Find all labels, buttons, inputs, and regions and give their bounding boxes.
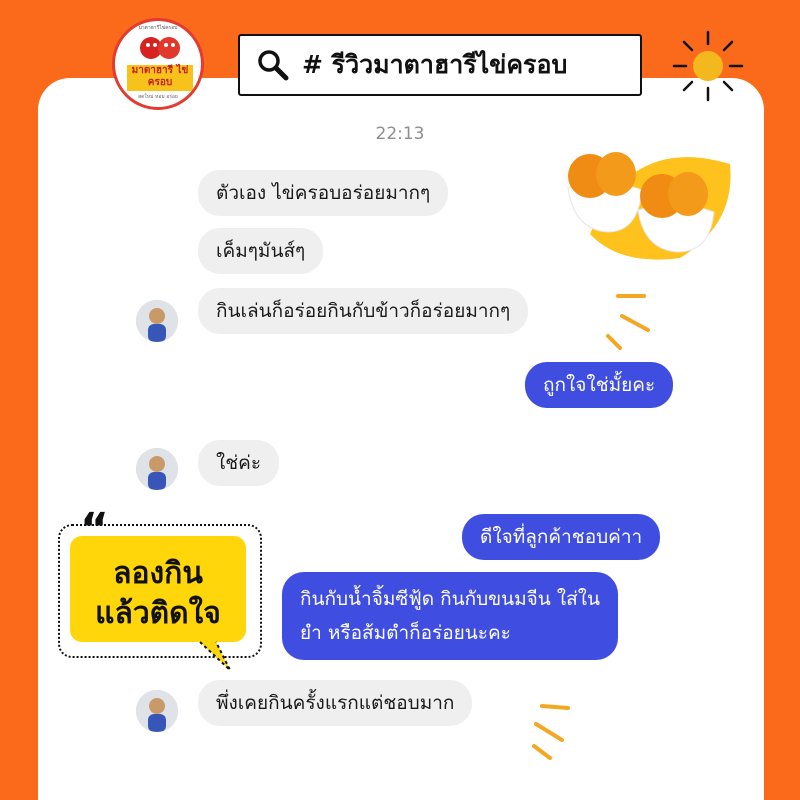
customer-avatar <box>136 448 178 490</box>
message-left-5: พึ่งเคยกินครั้งแรกแต่ชอบมาก <box>198 680 473 726</box>
message-left-4: ใช่ค่ะ <box>198 440 280 486</box>
message-right-3-line1: กินกับน้ำจิ้มซีฟู้ด กินกับขนมจีน ใส่ใน <box>300 588 600 610</box>
logo-subtitle: สดใหม่ หอม อร่อย <box>138 94 178 100</box>
message-left-2: เค็มๆมันส์ๆ <box>198 228 324 274</box>
logo-title: มาตาฮารี ไข่ครอบ <box>127 65 193 91</box>
logo-eggs-icon <box>140 37 180 59</box>
search-hashtag-text: # รีวิวมาตาฮารีไข่ครอบ <box>302 50 568 79</box>
sun-icon <box>672 30 744 102</box>
salted-egg-food-icon <box>567 152 731 260</box>
quote-mark: “ <box>80 504 109 555</box>
customer-avatar <box>136 690 178 732</box>
message-right-3: กินกับน้ำจิ้มซีฟู้ด กินกับขนมจีน ใส่ใน ย… <box>282 572 618 660</box>
accent-lines-icon <box>606 294 650 350</box>
search-icon <box>258 50 289 81</box>
brand-logo: มาตาฮารีไข่ครอบ มาตาฮารี ไข่ครอบ สดใหม่ … <box>112 18 204 110</box>
message-right-1: ถูกใจใช่มั้ยคะ <box>525 362 674 408</box>
hashtag-search-bar: # รีวิวมาตาฮารีไข่ครอบ <box>238 34 642 96</box>
badge-tail-icon <box>199 641 231 671</box>
customer-avatar <box>136 300 178 342</box>
message-left-3: กินเล่นก็อร่อยกินกับข้าวก็อร่อยมากๆ <box>198 288 529 334</box>
message-right-2: ดีใจที่ลูกค้าชอบค่าา <box>462 514 661 560</box>
accent-lines-icon <box>532 704 570 760</box>
message-left-1: ตัวเอง ไข่ครอบอร่อยมากๆ <box>198 170 449 216</box>
badge-line-2: แล้วติดใจ <box>95 596 221 631</box>
message-right-3-line2: ยำ หรือส้มตำก็อร่อยนะคะ <box>300 622 511 644</box>
page-frame: มาตาฮารีไข่ครอบ มาตาฮารี ไข่ครอบ สดใหม่ … <box>0 0 800 800</box>
